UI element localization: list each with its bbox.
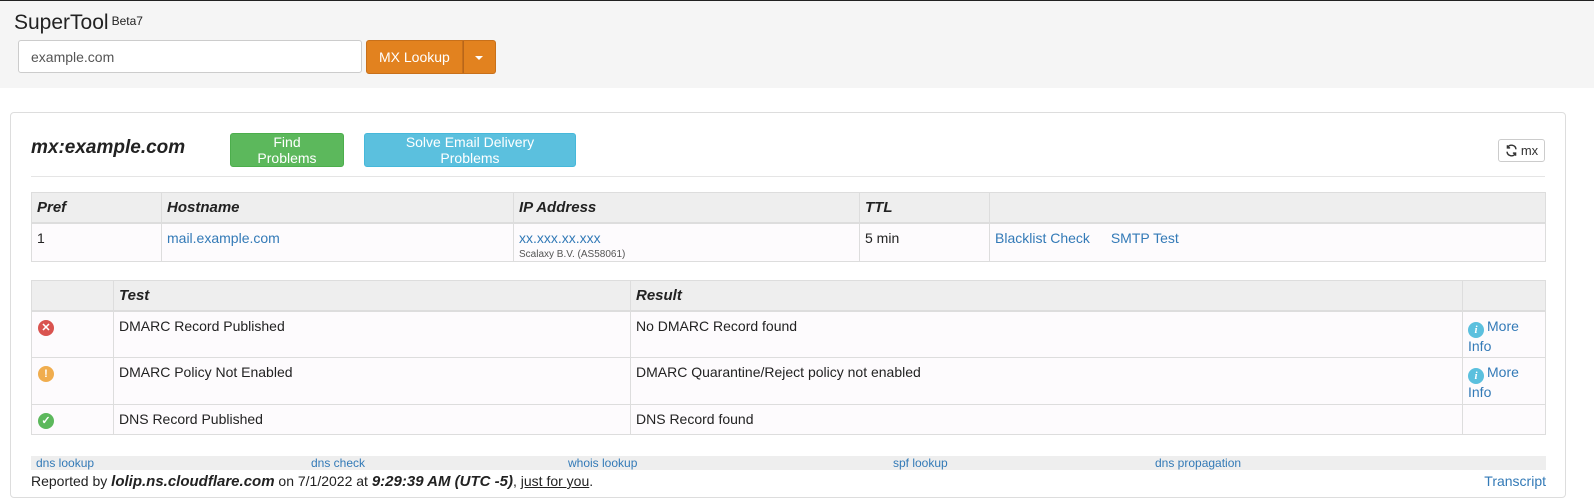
lookup-dropdown-toggle[interactable] xyxy=(462,40,496,74)
just-for-you-link[interactable]: just for you xyxy=(521,473,589,489)
column-header-status xyxy=(31,280,114,312)
mx-records-table: Pref Hostname IP Address TTL 1 mail.exam… xyxy=(31,192,1546,262)
actions-cell: Blacklist Check SMTP Test xyxy=(989,222,1546,262)
refresh-label: mx xyxy=(1520,143,1539,158)
period: . xyxy=(589,473,594,489)
test-cell: DNS Record Published xyxy=(113,404,631,435)
reported-prefix: Reported by xyxy=(31,473,108,489)
column-header-actions xyxy=(989,192,1546,224)
report-date: on 7/1/2022 at xyxy=(278,473,368,489)
search-input[interactable] xyxy=(18,40,362,73)
info-cell: i More Info xyxy=(1462,310,1546,358)
status-cell: ! xyxy=(31,357,114,405)
find-problems-button[interactable]: Find Problems xyxy=(230,133,344,167)
column-header-info xyxy=(1462,280,1546,312)
ttl-cell: 5 min xyxy=(859,222,990,262)
column-header-test: Test xyxy=(113,280,631,312)
dns-propagation-link[interactable]: dns propagation xyxy=(1155,456,1241,470)
ip-link[interactable]: xx.xxx.xx.xxx xyxy=(519,230,601,246)
status-cell: ✕ xyxy=(31,310,114,358)
test-cell: DMARC Policy Not Enabled xyxy=(113,357,631,405)
ip-owner: Scalaxy B.V. (AS58061) xyxy=(519,248,626,260)
spf-lookup-link[interactable]: spf lookup xyxy=(893,456,948,470)
info-cell: i More Info xyxy=(1462,357,1546,405)
info-circle-icon: i xyxy=(1468,321,1484,338)
dns-lookup-link[interactable]: dns lookup xyxy=(36,456,94,470)
dns-check-link[interactable]: dns check xyxy=(311,456,365,470)
lookup-button-group: MX Lookup xyxy=(366,40,496,74)
column-header-ttl: TTL xyxy=(859,192,990,224)
table-header-row: Test Result xyxy=(31,280,1546,312)
table-row: 1 mail.example.com xx.xxx.xx.xxx Scalaxy… xyxy=(31,222,1546,262)
table-row: ✓ DNS Record Published DNS Record found xyxy=(31,404,1546,435)
table-row: ! DMARC Policy Not Enabled DMARC Quarant… xyxy=(31,357,1546,405)
result-cell: DNS Record found xyxy=(630,404,1463,435)
test-results-table: Test Result ✕ DMARC Record Published No … xyxy=(31,280,1546,435)
check-circle-icon: ✓ xyxy=(38,413,54,429)
result-cell: No DMARC Record found xyxy=(630,310,1463,358)
status-cell: ✓ xyxy=(31,404,114,435)
result-cell: DMARC Quarantine/Reject policy not enabl… xyxy=(630,357,1463,405)
refresh-icon xyxy=(1506,144,1517,157)
ip-cell: xx.xxx.xx.xxx Scalaxy B.V. (AS58061) xyxy=(513,222,860,262)
results-panel: mx:example.com Find Problems Solve Email… xyxy=(10,112,1566,498)
related-tools-bar: dns lookup dns check whois lookup spf lo… xyxy=(31,456,1546,470)
info-circle-icon: i xyxy=(1468,368,1484,384)
hostname-link[interactable]: mail.example.com xyxy=(167,230,280,246)
blacklist-check-link[interactable]: Blacklist Check xyxy=(995,230,1090,246)
smtp-test-link[interactable]: SMTP Test xyxy=(1111,230,1179,246)
whois-lookup-link[interactable]: whois lookup xyxy=(568,456,637,470)
table-header-row: Pref Hostname IP Address TTL xyxy=(31,192,1546,224)
transcript-link[interactable]: Transcript xyxy=(1484,473,1546,489)
reported-by-line: Reported by lolip.ns.cloudflare.com on 7… xyxy=(31,473,1546,490)
version-badge: Beta7 xyxy=(111,14,143,28)
mx-lookup-button[interactable]: MX Lookup xyxy=(366,40,463,74)
chevron-down-icon xyxy=(475,56,484,61)
warning-circle-icon: ! xyxy=(38,366,54,382)
table-row: ✕ DMARC Record Published No DMARC Record… xyxy=(31,310,1546,358)
nameserver: lolip.ns.cloudflare.com xyxy=(111,473,275,490)
more-info-link[interactable]: i More Info xyxy=(1468,364,1519,400)
hostname-cell: mail.example.com xyxy=(161,222,514,262)
more-info-link[interactable]: i More Info xyxy=(1468,318,1519,354)
pref-cell: 1 xyxy=(31,222,162,262)
refresh-button[interactable]: mx xyxy=(1498,139,1545,162)
page-title: mx:example.com xyxy=(31,137,186,158)
test-cell: DMARC Record Published xyxy=(113,310,631,358)
report-time: 9:29:39 AM (UTC -5) xyxy=(371,473,513,490)
app-name: SuperTool xyxy=(14,11,109,34)
error-circle-icon: ✕ xyxy=(38,319,54,336)
app-title: SuperTool Beta7 xyxy=(14,11,143,35)
app-header: SuperToolBeta7 MX Lookup xyxy=(0,1,1594,88)
divider xyxy=(31,176,1545,177)
column-header-pref: Pref xyxy=(31,192,162,224)
comma: , xyxy=(512,473,517,489)
column-header-result: Result xyxy=(630,280,1463,312)
column-header-hostname: Hostname xyxy=(161,192,514,224)
column-header-ip: IP Address xyxy=(513,192,860,224)
info-cell xyxy=(1462,404,1546,435)
solve-email-delivery-button[interactable]: Solve Email Delivery Problems xyxy=(364,133,576,167)
